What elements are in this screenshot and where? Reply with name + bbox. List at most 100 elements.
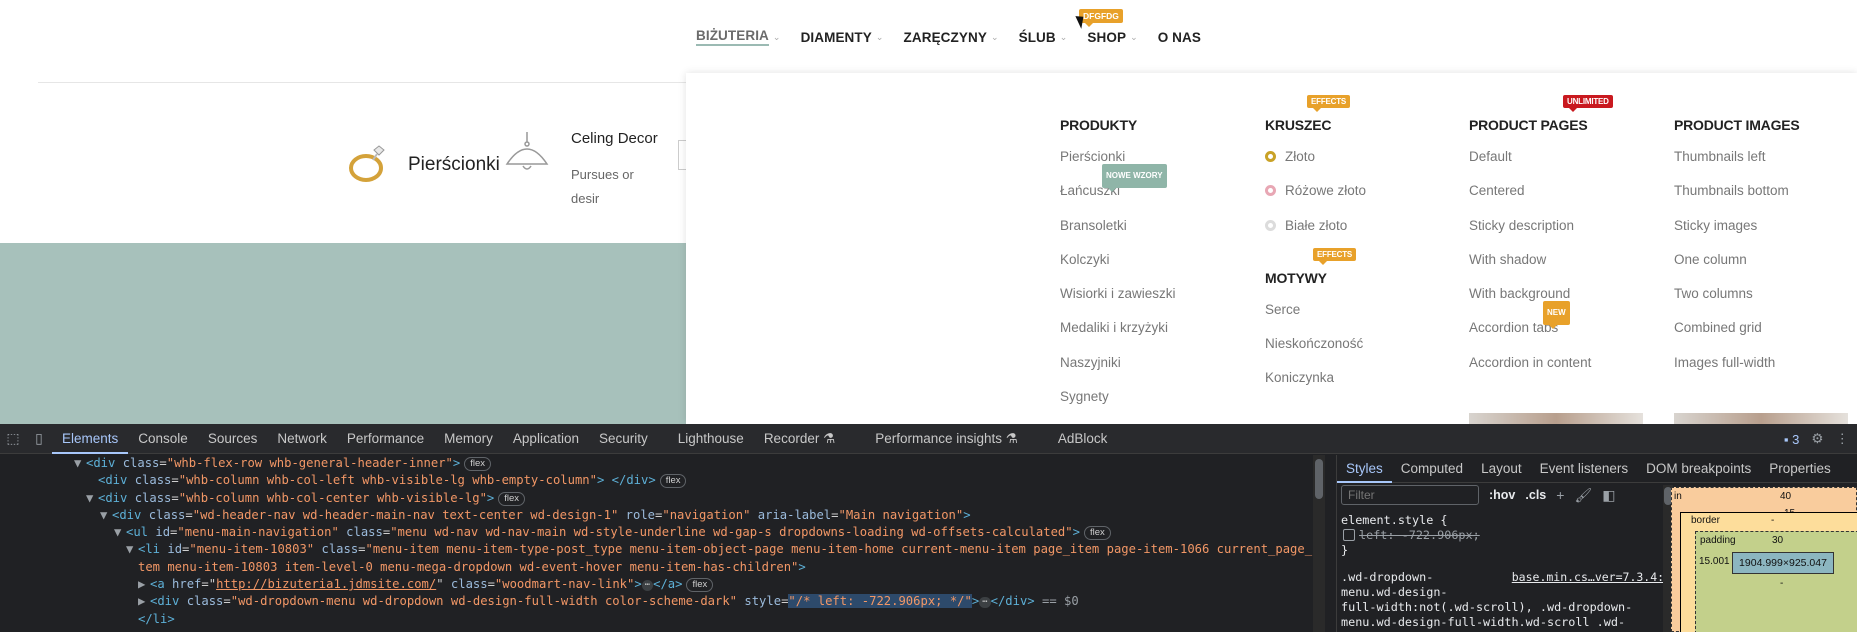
- padding-top-value[interactable]: 30: [1772, 535, 1783, 546]
- border-value[interactable]: -: [1771, 515, 1774, 526]
- menu-link[interactable]: Accordion in content: [1469, 353, 1591, 387]
- tab-application[interactable]: Application: [503, 424, 589, 454]
- dom-node[interactable]: ▼ <div class="whb-column whb-col-center w…: [0, 490, 1325, 507]
- menu-link[interactable]: Kolczyki: [1060, 250, 1176, 284]
- menu-link-gold[interactable]: Złoto: [1265, 147, 1366, 181]
- collapse-arrow-icon[interactable]: ▼: [114, 524, 126, 541]
- dom-node[interactable]: ▼ <ul id="menu-main-navigation" class="me…: [0, 524, 1325, 541]
- menu-link[interactable]: Naszyjniki: [1060, 353, 1176, 387]
- menu-link[interactable]: Combined grid: [1674, 318, 1800, 352]
- category-title[interactable]: Celing Decor: [571, 130, 658, 147]
- menu-link[interactable]: Sticky images: [1674, 216, 1800, 250]
- menu-link[interactable]: Nieskończoność: [1265, 334, 1366, 368]
- more-options-icon[interactable]: ⋮: [1836, 431, 1850, 447]
- nav-item-bizuteria[interactable]: BIŻUTERIA ⌄: [696, 28, 781, 46]
- tab-computed[interactable]: Computed: [1392, 455, 1472, 483]
- dom-node[interactable]: </li>: [0, 611, 1325, 628]
- menu-link-white-gold[interactable]: Białe złoto: [1265, 216, 1366, 250]
- category-label[interactable]: Pierścionki: [408, 154, 500, 176]
- gear-icon[interactable]: ⚙: [1811, 431, 1823, 447]
- href-link[interactable]: http://bizuteria1.jdmsite.com/: [216, 577, 436, 591]
- tab-console[interactable]: Console: [128, 424, 198, 454]
- ellipsis-icon[interactable]: ⋯: [979, 597, 991, 609]
- tab-properties[interactable]: Properties: [1760, 455, 1840, 483]
- css-declaration[interactable]: left: -722.906px;: [1341, 528, 1671, 543]
- tab-security[interactable]: Security: [589, 424, 658, 454]
- menu-link[interactable]: Medaliki i krzyżyki: [1060, 318, 1176, 352]
- menu-link[interactable]: Two columns: [1674, 284, 1800, 318]
- left-value[interactable]: 15.001: [1699, 556, 1730, 567]
- nav-item-zareczyny[interactable]: ZARĘCZYNY ⌄: [904, 28, 999, 46]
- tab-sources[interactable]: Sources: [198, 424, 268, 454]
- expand-arrow-icon[interactable]: ▶: [138, 576, 150, 593]
- nav-item-slub[interactable]: ŚLUB ⌄: [1019, 28, 1068, 46]
- collapse-arrow-icon[interactable]: ▼: [126, 541, 138, 558]
- tab-lighthouse[interactable]: Lighthouse: [668, 424, 754, 454]
- collapse-arrow-icon[interactable]: ▼: [100, 507, 112, 524]
- tab-dom-breakpoints[interactable]: DOM breakpoints: [1637, 455, 1760, 483]
- menu-link[interactable]: Images full-width: [1674, 353, 1800, 387]
- issues-counter[interactable]: ▪ 3: [1784, 432, 1799, 447]
- dom-node-continued[interactable]: tem menu-item-10803 item-level-0 menu-me…: [0, 559, 1325, 576]
- add-rule-icon[interactable]: +: [1556, 487, 1564, 503]
- flex-badge[interactable]: flex: [464, 457, 492, 471]
- tab-network[interactable]: Network: [267, 424, 337, 454]
- tab-event-listeners[interactable]: Event listeners: [1531, 455, 1638, 483]
- tab-adblock[interactable]: AdBlock: [1048, 424, 1118, 454]
- dom-node[interactable]: <div class="whb-column whb-col-left whb-…: [0, 472, 1325, 489]
- collapse-arrow-icon[interactable]: ▼: [86, 490, 98, 507]
- menu-link[interactable]: With shadow: [1469, 250, 1591, 284]
- menu-link-rose-gold[interactable]: Różowe złoto: [1265, 181, 1366, 215]
- dom-node[interactable]: ▼ <li id="menu-item-10803" class="menu-it…: [0, 541, 1325, 558]
- hov-button[interactable]: :hov: [1489, 488, 1515, 502]
- menu-link[interactable]: Bransoletki: [1060, 216, 1176, 250]
- flex-badge[interactable]: flex: [686, 578, 714, 593]
- menu-link[interactable]: Centered: [1469, 181, 1591, 215]
- nav-item-shop[interactable]: SHOP ⌄: [1087, 28, 1137, 46]
- tab-memory[interactable]: Memory: [434, 424, 503, 454]
- inspect-element-icon[interactable]: ⬚: [0, 424, 26, 454]
- tab-styles[interactable]: Styles: [1337, 455, 1392, 483]
- tab-elements[interactable]: Elements: [52, 424, 129, 454]
- margin-top-value[interactable]: 40: [1780, 491, 1791, 502]
- menu-link[interactable]: Koniczynka: [1265, 368, 1366, 402]
- padding-bottom-value[interactable]: -: [1780, 578, 1783, 589]
- product-thumbnail[interactable]: [1674, 413, 1848, 424]
- menu-link[interactable]: One column: [1674, 250, 1800, 284]
- dom-node[interactable]: ▼ <div class="wd-header-nav wd-header-mai…: [0, 507, 1325, 524]
- styles-filter-input[interactable]: [1341, 485, 1479, 505]
- dom-scrollbar[interactable]: [1313, 455, 1325, 632]
- box-model-content[interactable]: 1904.999×925.047: [1732, 552, 1834, 574]
- dom-node[interactable]: ▶ <a href="http://bizuteria1.jdmsite.com/…: [0, 576, 1325, 593]
- checkbox-icon[interactable]: [1343, 529, 1355, 541]
- paint-icon[interactable]: 🖌: [1574, 487, 1592, 504]
- tab-performance-insights[interactable]: Performance insights ⚗: [865, 424, 1028, 454]
- sidebar-toggle-icon[interactable]: ◧: [1602, 487, 1615, 504]
- menu-link[interactable]: Serce: [1265, 300, 1366, 334]
- flex-badge[interactable]: flex: [498, 491, 526, 506]
- menu-link[interactable]: Default: [1469, 147, 1591, 181]
- collapse-arrow-icon[interactable]: ▼: [74, 455, 86, 472]
- ellipsis-icon[interactable]: ⋯: [641, 580, 654, 592]
- menu-link[interactable]: Sticky description: [1469, 216, 1591, 250]
- dom-node-selected[interactable]: ▶ <div class="wd-dropdown-menu wd-dropdow…: [0, 593, 1325, 610]
- menu-link[interactable]: Thumbnails bottom: [1674, 181, 1800, 215]
- expand-arrow-icon[interactable]: ▶: [138, 593, 150, 610]
- nav-item-diamenty[interactable]: DIAMENTY ⌄: [801, 28, 884, 46]
- menu-link[interactable]: Accordion tabs NEW: [1469, 301, 1591, 352]
- menu-link[interactable]: Thumbnails left: [1674, 147, 1800, 181]
- device-toolbar-icon[interactable]: ▯: [26, 424, 52, 454]
- cls-button[interactable]: .cls: [1525, 488, 1546, 502]
- dom-node[interactable]: ▼ <div class="whb-flex-row whb-general-he…: [0, 455, 1325, 472]
- tab-layout[interactable]: Layout: [1472, 455, 1531, 483]
- tab-performance[interactable]: Performance: [337, 424, 434, 454]
- stylesheet-link[interactable]: base.min.cs…ver=7.3.4:1: [1512, 570, 1671, 585]
- menu-link[interactable]: With background: [1469, 284, 1591, 318]
- flex-badge[interactable]: flex: [1083, 526, 1111, 541]
- tab-recorder[interactable]: Recorder ⚗: [754, 424, 845, 454]
- menu-link[interactable]: Wisiorki i zawieszki: [1060, 284, 1176, 318]
- menu-link[interactable]: Sygnety: [1060, 387, 1176, 421]
- nav-item-o-nas[interactable]: O NAS: [1158, 28, 1201, 46]
- menu-link[interactable]: Łańcuszki NOWE WZORY: [1060, 164, 1176, 215]
- flex-badge[interactable]: flex: [659, 474, 687, 489]
